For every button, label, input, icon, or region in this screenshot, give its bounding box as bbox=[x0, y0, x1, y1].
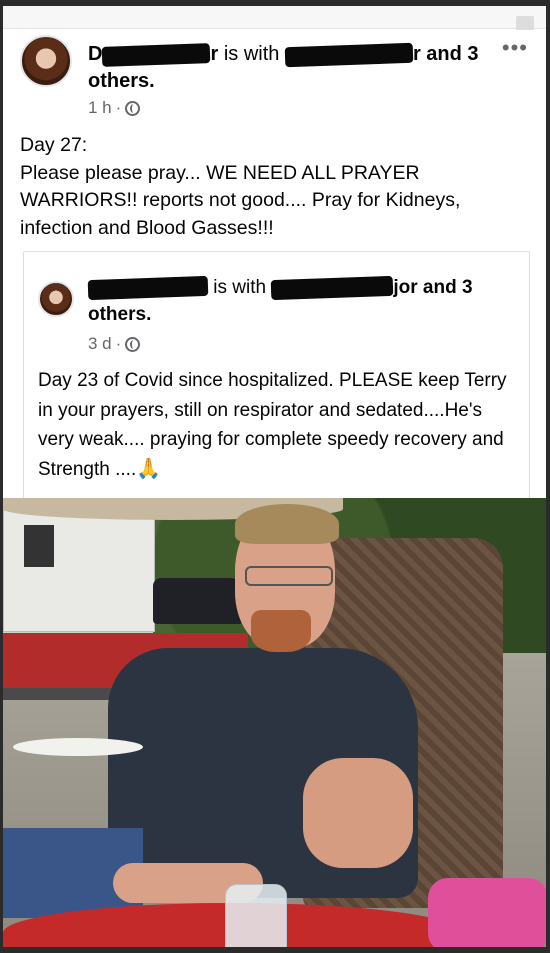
photo-hair bbox=[235, 504, 339, 544]
shared-author-avatar[interactable] bbox=[38, 281, 74, 317]
photo-water-bottle bbox=[225, 884, 287, 947]
facebook-post-screenshot: Dr is with r and 3 others. 1 h · ••• Day… bbox=[3, 6, 546, 947]
photo-car bbox=[153, 578, 243, 624]
corner-button[interactable] bbox=[516, 16, 534, 30]
shared-author-line: is with jor and 3 others. bbox=[87, 274, 518, 328]
shared-post-body: Day 23 of Covid since hospitalized. PLEA… bbox=[38, 366, 518, 484]
more-options-icon[interactable]: ••• bbox=[502, 35, 528, 61]
author-name-tail[interactable]: r bbox=[210, 43, 218, 65]
post-photo[interactable] bbox=[3, 498, 546, 947]
shared-post[interactable]: is with jor and 3 others. 3 d · Day 23 o… bbox=[23, 251, 530, 501]
shared-with-label: is with bbox=[213, 277, 267, 298]
shared-others-link[interactable]: others. bbox=[88, 304, 151, 325]
post-body: Day 27: Please please pray... WE NEED AL… bbox=[20, 134, 461, 239]
post-header: Dr is with r and 3 others. 1 h · ••• bbox=[20, 31, 530, 121]
redaction-mark bbox=[102, 42, 211, 67]
shared-post-time[interactable]: 3 d bbox=[88, 334, 112, 354]
author-line: Dr is with r and 3 others. bbox=[88, 41, 498, 95]
post-time[interactable]: 1 h bbox=[88, 98, 112, 118]
photo-cup bbox=[428, 878, 546, 947]
author-avatar[interactable] bbox=[20, 35, 72, 87]
meta-dot: · bbox=[115, 98, 122, 117]
with-label: is with bbox=[223, 43, 280, 65]
others-link[interactable]: others. bbox=[88, 70, 155, 92]
top-bar bbox=[3, 6, 546, 29]
meta-dot: · bbox=[115, 334, 122, 353]
shared-post-body-text: Day 23 of Covid since hospitalized. PLEA… bbox=[38, 370, 507, 480]
redaction-mark bbox=[284, 42, 414, 67]
tagged-name-tail[interactable]: r and 3 bbox=[413, 43, 479, 65]
photo-beard bbox=[251, 610, 311, 652]
photo-arm bbox=[303, 758, 413, 868]
photo-plate bbox=[13, 738, 143, 756]
folded-hands-icon: 🙏 bbox=[136, 457, 162, 480]
photo-camper bbox=[3, 510, 155, 632]
author-name-visible[interactable]: D bbox=[88, 43, 102, 65]
shared-post-meta: 3 d · bbox=[88, 334, 141, 354]
redaction-mark bbox=[271, 275, 394, 301]
camper-window bbox=[24, 525, 54, 567]
globe-icon bbox=[125, 100, 141, 116]
photo-glasses bbox=[245, 566, 333, 586]
shared-tagged-tail[interactable]: jor and 3 bbox=[393, 277, 472, 298]
redaction-mark bbox=[87, 275, 209, 301]
globe-icon bbox=[125, 336, 141, 352]
post-meta: 1 h · bbox=[88, 98, 141, 118]
